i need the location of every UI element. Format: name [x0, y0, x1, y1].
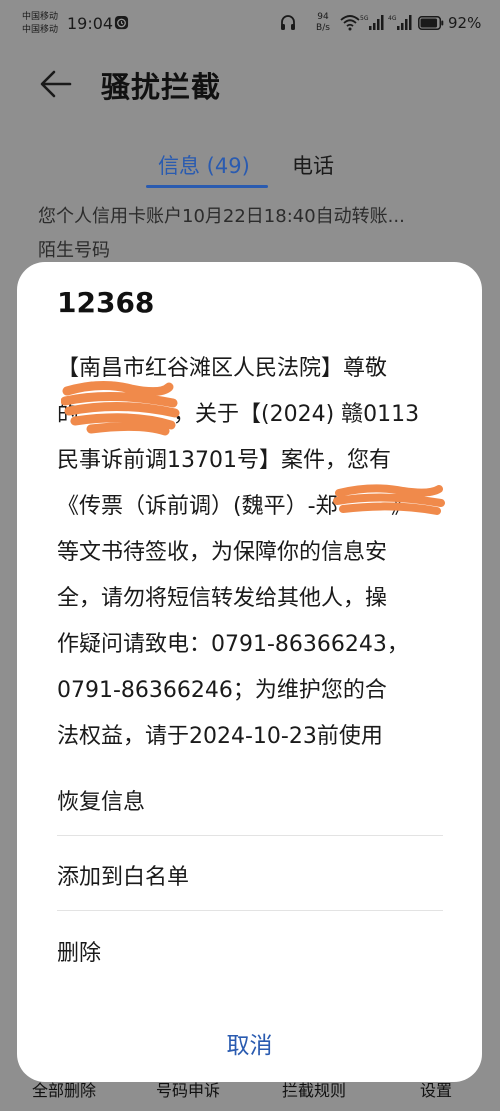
message-line: 法权益，请于2024-10-23前使用	[57, 724, 383, 749]
divider	[57, 835, 443, 836]
signal-4g-icon: 4G	[388, 15, 412, 30]
network-speed-value: 94	[317, 12, 329, 22]
message-line: 等文书待签收，为保障你的信息安	[57, 540, 388, 565]
message-line: 作疑问请致电：0791-86366243，	[57, 632, 409, 657]
signal-1-label: 5G	[360, 15, 369, 22]
back-arrow-icon[interactable]	[38, 66, 74, 102]
clock: 19:04	[67, 14, 114, 33]
message-line: 0791-86366246；为维护您的合	[57, 678, 387, 703]
wifi-icon	[340, 15, 360, 31]
delete-button[interactable]: 删除	[57, 935, 101, 967]
message-line: 全，请勿将短信转发给其他人，操	[57, 586, 388, 611]
alarm-icon	[114, 15, 129, 30]
cancel-button[interactable]: 取消	[17, 1026, 482, 1060]
add-to-whitelist-button[interactable]: 添加到白名单	[57, 859, 189, 891]
battery-icon	[418, 16, 444, 30]
network-speed: 94 B/s	[313, 12, 333, 34]
tab-calls[interactable]: 电话	[292, 150, 334, 180]
page-title: 骚扰拦截	[101, 70, 222, 104]
status-bar: 中国移动 中国移动 19:04 94 B/s 5G 4G 92%	[0, 0, 500, 48]
list-item-subtitle: 陌生号码	[38, 240, 110, 261]
sender-number: 12368	[57, 286, 155, 319]
restore-message-button[interactable]: 恢复信息	[57, 784, 145, 816]
network-speed-unit: B/s	[316, 23, 330, 33]
redaction-scribble	[61, 380, 180, 436]
message-detail-dialog: 12368 【南昌市红谷滩区人民法院】尊敬 的 ，关于【(2024) 赣0113…	[17, 262, 482, 1082]
message-line: 【南昌市红谷滩区人民法院】尊敬	[57, 356, 388, 381]
redaction-scribble	[333, 484, 445, 515]
signal-2-label: 4G	[388, 15, 397, 22]
carrier-label-2: 中国移动	[22, 25, 59, 35]
carrier-label-1: 中国移动	[22, 12, 59, 22]
headset-icon	[281, 15, 295, 30]
divider	[57, 910, 443, 911]
signal-5g-icon: 5G	[360, 15, 384, 30]
active-tab-indicator	[146, 185, 268, 188]
tab-messages[interactable]: 信息 (49)	[158, 150, 250, 180]
message-line: 民事诉前调13701号】案件，您有	[57, 448, 391, 473]
battery-percent: 92%	[448, 14, 482, 32]
list-item-message-preview[interactable]: 您个人信用卡账户10月22日18:40自动转账...	[38, 202, 405, 228]
message-line: ，关于【(2024) 赣0113	[173, 402, 420, 427]
message-line: 《传票（诉前调）(魏平）-郑	[57, 494, 338, 519]
